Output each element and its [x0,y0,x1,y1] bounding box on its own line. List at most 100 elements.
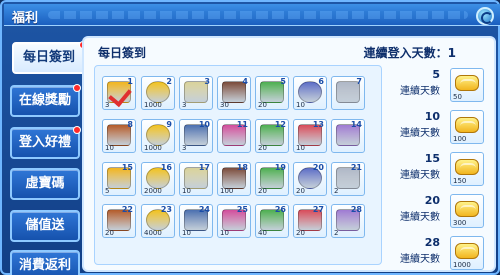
signin-day-cell[interactable]: 33 [179,76,213,110]
reward-quantity: 1000 [144,144,162,152]
day-number: 5 [280,77,286,86]
streak-day-count: 28 [424,236,440,249]
streak-days-label: 連續天數 [400,128,440,139]
signin-day-cell[interactable]: 9 1000 [141,119,175,153]
signin-day-cell[interactable]: 13 10 [293,119,327,153]
signin-day-cell[interactable]: 24 10 [179,204,213,238]
streak-reward-slot[interactable]: 1000 [450,236,484,270]
day-number: 26 [274,205,286,214]
sidebar-item-0[interactable]: 每日簽到 [12,41,87,74]
reward-quantity: 10 [296,101,305,109]
streak-days-label: 連續天數 [400,254,440,265]
signin-day-cell[interactable]: 28 2 [331,204,365,238]
signin-day-cell[interactable]: 26 40 [255,204,289,238]
signin-day-cell[interactable]: 16 2000 [141,162,175,196]
signin-day-cell[interactable]: 23 4000 [141,204,175,238]
gold-ingot-icon [455,75,479,91]
reward-quantity: 20 [296,187,305,195]
signin-calendar-grid: 1 3 2 1000 3 3 4 30 5 20 6 10 7 8 10 9 1000 10 3 11 12 20 13 10… [94,65,382,265]
signin-day-cell[interactable]: 17 10 [179,162,213,196]
reward-quantity: 1000 [453,261,471,269]
signin-day-cell[interactable]: 18 100 [217,162,251,196]
signin-day-cell[interactable]: 13 [102,76,136,110]
signin-day-cell[interactable]: 7 [331,76,365,110]
day-number: 25 [236,205,248,214]
day-number: 23 [160,205,172,214]
streak-reward-slot[interactable]: 150 [450,152,484,186]
streak-day-count: 5 [432,68,440,81]
signin-day-cell[interactable]: 27 20 [293,204,327,238]
reward-quantity: 20 [258,144,267,152]
gold-ingot-icon [455,201,479,217]
signin-day-cell[interactable]: 14 [331,119,365,153]
gold-ingot-icon [455,243,479,259]
reward-quantity: 10 [105,144,114,152]
streak-day-count: 10 [424,110,440,123]
day-number: 2 [166,77,172,86]
signin-day-cell[interactable]: 12 20 [255,119,289,153]
signin-day-cell[interactable]: 15 5 [102,162,136,196]
sidebar-item-2[interactable]: 登入好禮 [10,126,81,159]
sidebar-item-label: 虛寶碼 [25,176,65,191]
signin-day-cell[interactable]: 8 10 [102,119,136,153]
sidebar-item-label: 在線獎勵 [18,93,71,108]
day-number: 13 [312,120,324,129]
close-button[interactable] [476,7,494,25]
daily-signin-panel: 每日簽到 連續登入天數：1 1 3 2 1000 3 3 4 30 5 20 6 10 7 8 10 9 100… [82,36,496,272]
streak-reward-slot[interactable]: 300 [450,194,484,228]
reward-quantity: 10 [220,229,229,237]
signin-day-cell[interactable]: 22 20 [102,204,136,238]
sidebar-item-label: 每日簽到 [22,50,75,65]
day-number: 19 [274,163,286,172]
streak-reward-row: 5 連續天數 50 [388,68,492,104]
day-number: 11 [236,120,248,129]
reward-quantity: 5 [105,187,110,195]
sidebar-item-5[interactable]: 消費返利 [10,250,80,275]
day-number: 4 [242,77,248,86]
day-number: 15 [121,163,133,172]
signin-day-cell[interactable]: 2 1000 [141,76,175,110]
panel-title: 每日簽到 [98,46,147,60]
signin-day-cell[interactable]: 20 20 [293,162,327,196]
streak-reward-row: 10 連續天數 100 [388,110,492,146]
day-number: 20 [312,163,324,172]
streak-reward-slot[interactable]: 100 [450,110,484,144]
sidebar-item-1[interactable]: 在線獎勵 [10,84,81,117]
signin-day-cell[interactable]: 5 20 [255,76,289,110]
day-number: 9 [166,120,172,129]
reward-quantity: 2 [334,229,339,237]
day-number: 18 [236,163,248,172]
title-decoration [48,11,468,19]
signin-day-cell[interactable]: 11 [217,119,251,153]
signin-day-cell[interactable]: 25 10 [217,204,251,238]
day-number: 17 [198,163,210,172]
day-number: 3 [204,77,210,86]
reward-quantity: 3 [182,101,187,109]
reward-quantity: 10 [182,187,191,195]
day-number: 6 [318,77,324,86]
welfare-window: 福利 每日簽到 在線獎勵 登入好禮 虛寶碼 儲值送 消費返利 每日簽到 連續登入天數：1 … [0,0,500,275]
day-number: 21 [350,163,362,172]
reward-quantity: 3 [182,144,187,152]
sidebar-item-label: 消費返利 [18,258,71,273]
day-number: 8 [127,120,133,129]
signin-day-cell[interactable]: 10 3 [179,119,213,153]
signin-day-cell[interactable]: 19 20 [255,162,289,196]
gold-ingot-icon [455,117,479,133]
signin-day-cell[interactable]: 6 10 [293,76,327,110]
signin-day-cell[interactable]: 4 30 [217,76,251,110]
streak-reward-slot[interactable]: 50 [450,68,484,102]
sidebar-item-4[interactable]: 儲值送 [10,210,80,242]
streak-reward-row: 15 連續天數 150 [388,152,492,188]
gold-ingot-icon [455,159,479,175]
streak-reward-column: 5 連續天數 50 10 連續天數 100 15 連續天數 150 20 連續天數 300 28 連續天數… [388,68,492,270]
sidebar-item-3[interactable]: 虛寶碼 [10,168,80,200]
day-number: 12 [274,120,286,129]
reward-quantity: 20 [258,101,267,109]
reward-quantity: 20 [258,187,267,195]
sidebar-item-label: 儲值送 [25,218,65,233]
streak-reward-row: 28 連續天數 1000 [388,236,492,272]
signin-day-cell[interactable]: 21 2 [331,162,365,196]
reward-quantity: 20 [105,229,114,237]
day-number: 10 [198,120,210,129]
